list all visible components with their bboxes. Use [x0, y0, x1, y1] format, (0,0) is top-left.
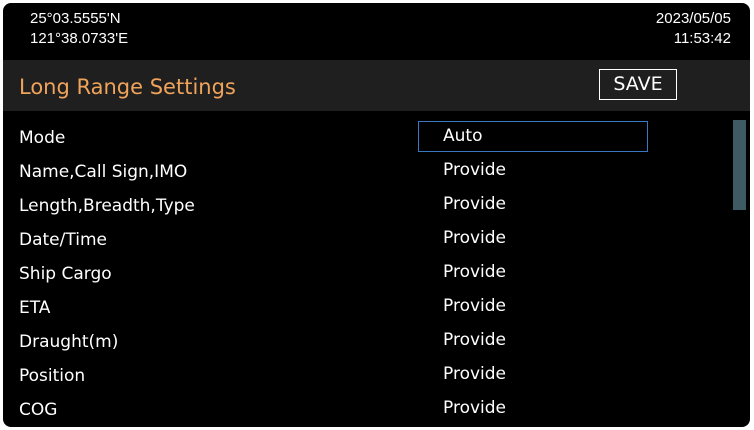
- setting-value-length-breadth-type[interactable]: Provide: [418, 189, 648, 220]
- setting-label: Mode: [19, 128, 66, 148]
- setting-row-cog[interactable]: COG Provide: [3, 393, 723, 427]
- setting-value-draught[interactable]: Provide: [418, 325, 648, 356]
- setting-label: Position: [19, 366, 86, 386]
- save-button[interactable]: SAVE: [599, 69, 677, 100]
- setting-value-ship-cargo[interactable]: Provide: [418, 257, 648, 288]
- setting-value-name-call-sign-imo[interactable]: Provide: [418, 155, 648, 186]
- date-readout: 2023/05/05: [655, 10, 731, 27]
- setting-label: Length,Breadth,Type: [19, 196, 195, 216]
- device-screen: 25°03.5555'N 121°38.0733'E 2023/05/05 11…: [3, 3, 750, 427]
- setting-row-ship-cargo[interactable]: Ship Cargo Provide: [3, 257, 723, 291]
- setting-label: Date/Time: [19, 230, 107, 250]
- setting-row-mode[interactable]: Mode Auto: [3, 121, 723, 155]
- setting-row-name-call-sign-imo[interactable]: Name,Call Sign,IMO Provide: [3, 155, 723, 189]
- setting-value-date-time[interactable]: Provide: [418, 223, 648, 254]
- title-bar: Long Range Settings SAVE: [3, 60, 750, 111]
- settings-list: Mode Auto Name,Call Sign,IMO Provide Len…: [3, 121, 723, 427]
- time-readout: 11:53:42: [673, 30, 731, 47]
- setting-row-position[interactable]: Position Provide: [3, 359, 723, 393]
- setting-label: Name,Call Sign,IMO: [19, 162, 188, 182]
- setting-label: Draught(m): [19, 332, 119, 352]
- setting-row-length-breadth-type[interactable]: Length,Breadth,Type Provide: [3, 189, 723, 223]
- longitude-readout: 121°38.0733'E: [30, 30, 129, 47]
- setting-row-eta[interactable]: ETA Provide: [3, 291, 723, 325]
- setting-value-cog[interactable]: Provide: [418, 393, 648, 424]
- setting-value-position[interactable]: Provide: [418, 359, 648, 390]
- setting-row-draught[interactable]: Draught(m) Provide: [3, 325, 723, 359]
- latitude-readout: 25°03.5555'N: [30, 10, 121, 27]
- setting-label: COG: [19, 400, 58, 420]
- setting-label: ETA: [19, 298, 51, 318]
- page-title: Long Range Settings: [19, 75, 236, 99]
- setting-row-date-time[interactable]: Date/Time Provide: [3, 223, 723, 257]
- setting-label: Ship Cargo: [19, 264, 112, 284]
- scrollbar-thumb[interactable]: [733, 120, 746, 210]
- setting-value-mode[interactable]: Auto: [418, 121, 648, 152]
- setting-value-eta[interactable]: Provide: [418, 291, 648, 322]
